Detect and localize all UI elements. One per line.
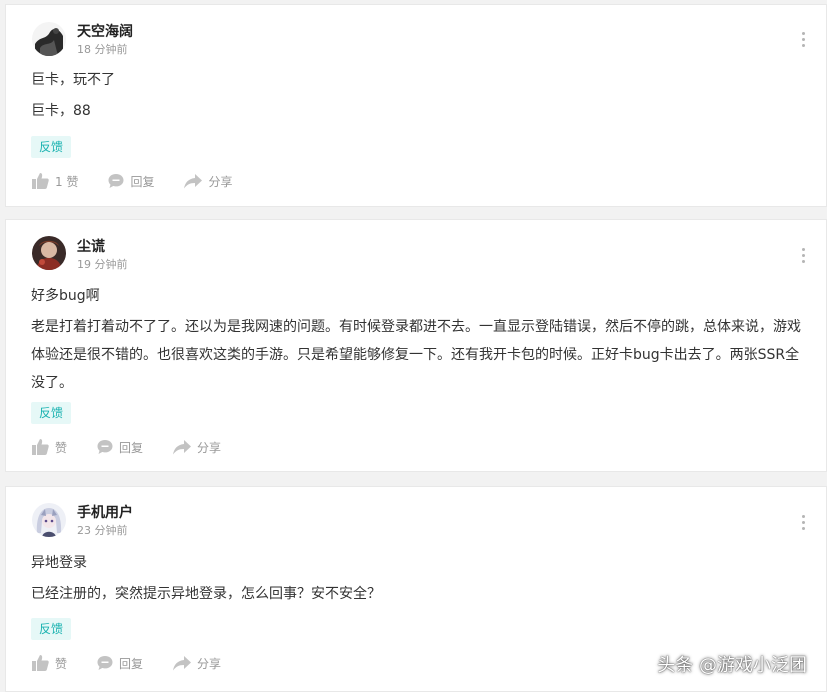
reply-label: 回复 (119, 440, 144, 455)
like-label: 赞 (55, 440, 68, 455)
reply-button[interactable]: 回复 (97, 655, 143, 672)
post-title: 巨卡，玩不了 (31, 72, 115, 88)
comment-bubble-icon (97, 440, 113, 454)
share-label: 分享 (197, 440, 222, 455)
reply-button[interactable]: 回复 (108, 173, 154, 190)
username[interactable]: 尘谎 (77, 236, 105, 256)
share-arrow-icon (173, 656, 192, 671)
share-arrow-icon (173, 440, 192, 455)
feedback-tag[interactable]: 反馈 (31, 618, 72, 640)
user-avatar[interactable] (32, 236, 66, 270)
post-title: 好多bug啊 (31, 288, 100, 304)
more-options-icon[interactable] (802, 248, 806, 266)
like-button[interactable]: 1 赞 (32, 173, 78, 190)
reply-label: 回复 (119, 656, 144, 671)
feedback-tag[interactable]: 反馈 (31, 136, 72, 158)
comment-bubble-icon (97, 656, 113, 670)
user-avatar[interactable] (32, 22, 66, 56)
post-title: 异地登录 (31, 555, 87, 571)
comment-bubble-icon (108, 174, 124, 188)
post-actions: 1 赞 回复 分享 (32, 171, 262, 191)
more-options-icon[interactable] (802, 32, 806, 50)
like-label: 1 赞 (55, 174, 79, 189)
like-label: 赞 (55, 656, 68, 671)
username[interactable]: 手机用户 (77, 502, 133, 522)
post-card: 尘谎 19 分钟前 好多bug啊 老是打着打着动不了了。还以为是我网速的问题。有… (5, 219, 827, 472)
post-time: 19 分钟前 (77, 258, 128, 271)
username[interactable]: 天空海阔 (77, 21, 133, 41)
like-button[interactable]: 赞 (32, 655, 67, 672)
thumbs-up-icon (32, 655, 49, 671)
reply-button[interactable]: 回复 (97, 439, 143, 456)
share-button[interactable]: 分享 (173, 655, 221, 672)
post-card: 天空海阔 18 分钟前 巨卡，玩不了 巨卡，88 反馈 1 赞 回复 分享 (5, 4, 827, 207)
post-body: 老是打着打着动不了了。还以为是我网速的问题。有时候登录都进不去。一直显示登陆错误… (31, 319, 801, 391)
post-body: 巨卡，88 (31, 103, 91, 119)
share-button[interactable]: 分享 (173, 439, 221, 456)
share-arrow-icon (184, 174, 203, 189)
post-actions: 赞 回复 分享 (32, 653, 251, 673)
thumbs-up-icon (32, 173, 49, 189)
like-button[interactable]: 赞 (32, 439, 67, 456)
post-time: 18 分钟前 (77, 43, 128, 56)
reply-label: 回复 (130, 174, 155, 189)
watermark: 头条 @游戏小泛团 (657, 655, 807, 676)
user-avatar[interactable] (32, 503, 66, 537)
anime-girl-avatar-icon (32, 503, 66, 537)
more-options-icon[interactable] (802, 515, 806, 533)
ink-painting-avatar-icon (32, 22, 66, 56)
post-actions: 赞 回复 分享 (32, 437, 251, 457)
thumbs-up-icon (32, 439, 49, 455)
feedback-tag[interactable]: 反馈 (31, 402, 72, 424)
share-button[interactable]: 分享 (184, 173, 232, 190)
post-time: 23 分钟前 (77, 524, 128, 537)
share-label: 分享 (208, 174, 233, 189)
character-avatar-icon (32, 236, 66, 270)
share-label: 分享 (197, 656, 222, 671)
post-body: 已经注册的，突然提示异地登录，怎么回事？安不安全？ (31, 586, 381, 602)
